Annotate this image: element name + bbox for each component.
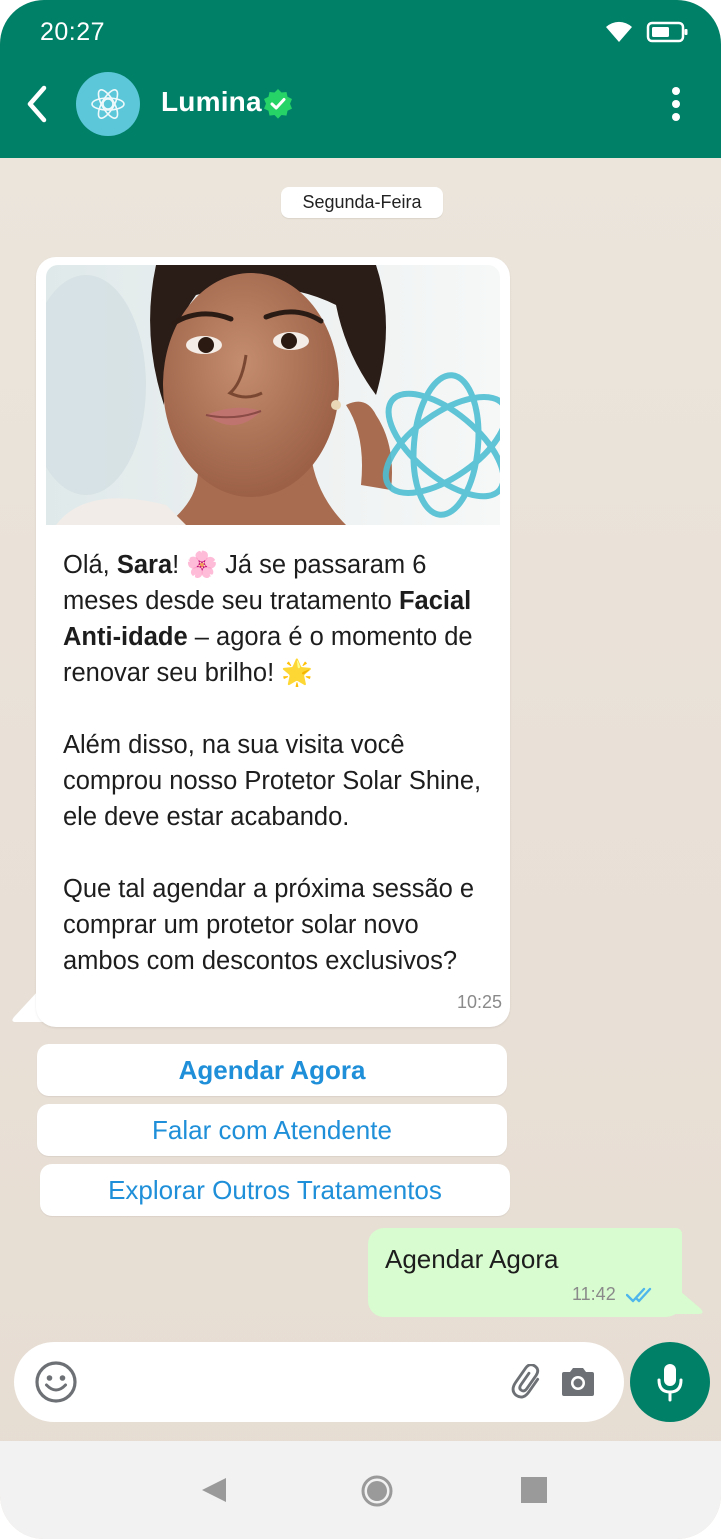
quick-reply-explorar-tratamentos[interactable]: Explorar Outros Tratamentos (40, 1164, 510, 1216)
mic-button[interactable] (630, 1342, 710, 1422)
message-input-bar (14, 1342, 624, 1422)
customer-name: Sara (116, 551, 173, 579)
android-nav-bar (0, 1441, 721, 1539)
quick-reply-falar-com-atendente[interactable]: Falar com Atendente (37, 1104, 507, 1156)
mic-icon (657, 1364, 683, 1402)
date-chip: Segunda-Feira (281, 187, 443, 218)
message-paragraph-3: Que tal agendar a próxima sessão e compr… (63, 875, 475, 975)
outgoing-message-time: 11:42 (572, 1284, 616, 1304)
incoming-message-bubble[interactable]: Olá, Sara! 🌸 Já se passaram 6 meses desd… (36, 257, 510, 1027)
message-paragraph-2: Além disso, na sua visita você comprou n… (63, 731, 482, 831)
quick-reply-agendar-agora[interactable]: Agendar Agora (37, 1044, 507, 1096)
phone-screen: 20:27 Lumina Segunda-Feira Olá, Sara! 🌸 … (0, 0, 721, 1539)
outgoing-message-text: Agendar Agora (385, 1244, 559, 1274)
battery-icon (646, 21, 688, 43)
attach-icon[interactable] (510, 1364, 546, 1400)
outgoing-message-bubble[interactable]: Agendar Agora 11:42 (368, 1228, 682, 1317)
status-time: 20:27 (40, 18, 106, 46)
chat-header: 20:27 Lumina (0, 0, 721, 158)
message-text: Olá, Sara! 🌸 Já se passaram 6 meses desd… (63, 547, 493, 979)
message-paragraph-1: Olá, Sara! 🌸 Já se passaram 6 meses desd… (63, 547, 493, 691)
promo-image[interactable] (46, 265, 500, 525)
nav-back-icon[interactable] (200, 1476, 228, 1504)
more-options-icon[interactable] (664, 84, 688, 124)
contact-name[interactable]: Lumina (161, 86, 262, 118)
lumina-logo-icon (91, 89, 125, 119)
message-input[interactable] (92, 1362, 492, 1402)
read-ticks-icon (626, 1287, 652, 1303)
nav-home-icon[interactable] (361, 1475, 393, 1507)
camera-icon[interactable] (559, 1366, 597, 1398)
woman-portrait-image (46, 265, 500, 525)
greeting-prefix: Olá, (63, 551, 117, 579)
verified-badge-icon (264, 89, 292, 119)
wifi-icon (606, 21, 632, 42)
nav-recent-apps-icon[interactable] (521, 1477, 547, 1503)
incoming-message-time: 10:25 (456, 992, 502, 1012)
avatar[interactable] (76, 72, 140, 136)
back-button[interactable] (18, 80, 58, 128)
emoji-icon[interactable] (34, 1360, 78, 1404)
